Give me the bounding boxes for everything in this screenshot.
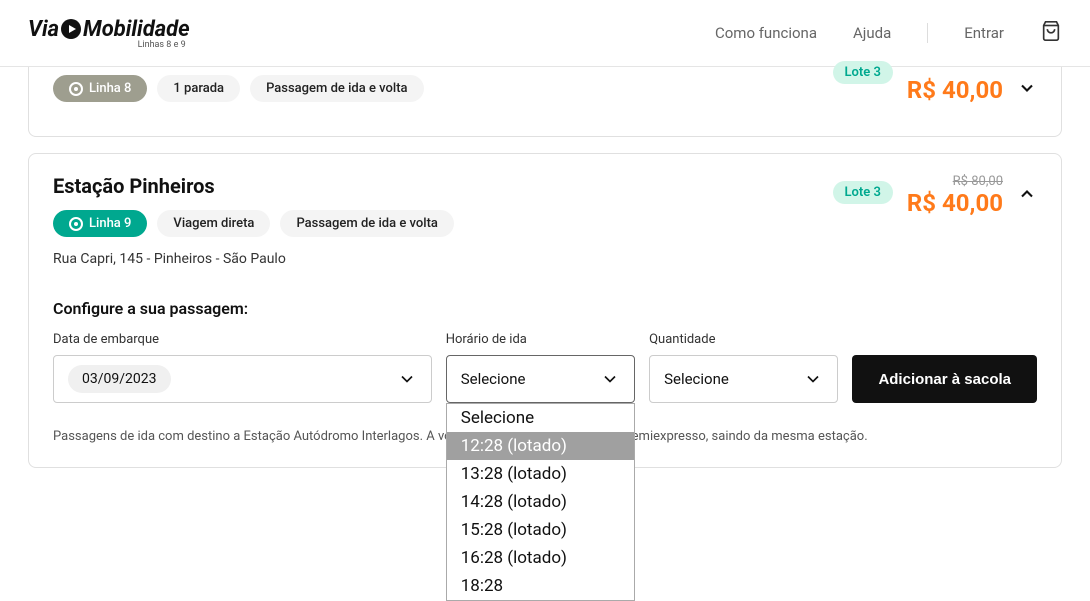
time-field: Horário de ida Selecione Selecione 12:28… <box>446 332 635 403</box>
station-title: Estação Pinheiros <box>53 174 454 198</box>
chevron-down-icon <box>803 369 823 389</box>
qty-placeholder: Selecione <box>664 370 729 388</box>
time-placeholder: Selecione <box>461 370 526 388</box>
logo-subtitle: Linhas 8 e 9 <box>138 40 186 50</box>
play-icon <box>61 19 81 39</box>
dropdown-option-placeholder[interactable]: Selecione <box>447 404 634 432</box>
dropdown-option-1528[interactable]: 15:28 (lotado) <box>447 516 634 544</box>
qty-label: Quantidade <box>649 332 838 347</box>
dropdown-option-1228[interactable]: 12:28 (lotado) <box>447 432 634 460</box>
quantity-field: Quantidade Selecione <box>649 332 838 403</box>
target-icon <box>69 82 83 96</box>
quantity-select[interactable]: Selecione <box>649 355 838 403</box>
form-row: Data de embarque 03/09/2023 Horário de i… <box>53 332 1037 403</box>
address: Rua Capri, 145 - Pinheiros - São Paulo <box>53 251 454 267</box>
tags-row: Linha 9 Viagem direta Passagem de ida e … <box>53 210 454 237</box>
configure-title: Configure a sua passagem: <box>53 299 1037 318</box>
date-value: 03/09/2023 <box>68 365 171 393</box>
time-dropdown: Selecione 12:28 (lotado) 13:28 (lotado) … <box>446 403 635 601</box>
ticket-card-linha8: Linha 8 1 parada Passagem de ida e volta… <box>28 67 1062 137</box>
price: R$ 40,00 <box>907 189 1003 217</box>
time-select[interactable]: Selecione <box>446 355 635 403</box>
collapse-toggle[interactable] <box>1017 184 1037 208</box>
nav-divider <box>927 23 928 43</box>
direct-tag: Viagem direta <box>157 210 270 237</box>
stops-tag: 1 parada <box>157 75 240 102</box>
date-field: Data de embarque 03/09/2023 <box>53 332 432 403</box>
price: R$ 40,00 <box>907 76 1003 104</box>
nav-help[interactable]: Ajuda <box>853 24 891 42</box>
target-icon <box>69 217 83 231</box>
time-label: Horário de ida <box>446 332 635 347</box>
lote-badge: Lote 3 <box>833 61 893 84</box>
line-label: Linha 8 <box>89 81 131 96</box>
dropdown-option-1428[interactable]: 14:28 (lotado) <box>447 488 634 516</box>
line-badge-9: Linha 9 <box>53 210 147 237</box>
chevron-down-icon <box>600 369 620 389</box>
chevron-down-icon <box>397 369 417 389</box>
tags-row: Linha 8 1 parada Passagem de ida e volta <box>53 75 424 102</box>
dropdown-option-1828[interactable]: 18:28 <box>447 572 634 600</box>
date-select[interactable]: 03/09/2023 <box>53 355 432 403</box>
expand-toggle[interactable] <box>1017 78 1037 102</box>
add-to-cart-button[interactable]: Adicionar à sacola <box>852 355 1037 403</box>
cart-icon[interactable] <box>1040 20 1062 46</box>
nav-login[interactable]: Entrar <box>964 24 1004 42</box>
trip-type-tag: Passagem de ida e volta <box>280 210 453 237</box>
logo-suffix: Mobilidade <box>83 17 190 42</box>
app-header: Via Mobilidade Linhas 8 e 9 Como funcion… <box>0 0 1090 67</box>
lote-badge: Lote 3 <box>833 181 893 204</box>
logo[interactable]: Via Mobilidade Linhas 8 e 9 <box>28 17 190 50</box>
line-badge-8: Linha 8 <box>53 75 147 102</box>
logo-prefix: Via <box>28 17 59 42</box>
trip-type-tag: Passagem de ida e volta <box>250 75 423 102</box>
dropdown-option-1328[interactable]: 13:28 (lotado) <box>447 460 634 488</box>
old-price: R$ 80,00 <box>953 174 1003 189</box>
line-label: Linha 9 <box>89 216 131 231</box>
date-label: Data de embarque <box>53 332 432 347</box>
price-block: Lote 3 R$ 80,00 R$ 40,00 <box>833 174 1038 217</box>
nav-how-it-works[interactable]: Como funciona <box>715 24 817 42</box>
nav: Como funciona Ajuda Entrar <box>715 20 1062 46</box>
price-block: Lote 3 R$ 40,00 <box>833 75 1038 104</box>
ticket-card-pinheiros: Estação Pinheiros Linha 9 Viagem direta … <box>28 153 1062 468</box>
dropdown-option-1628[interactable]: 16:28 (lotado) <box>447 544 634 572</box>
